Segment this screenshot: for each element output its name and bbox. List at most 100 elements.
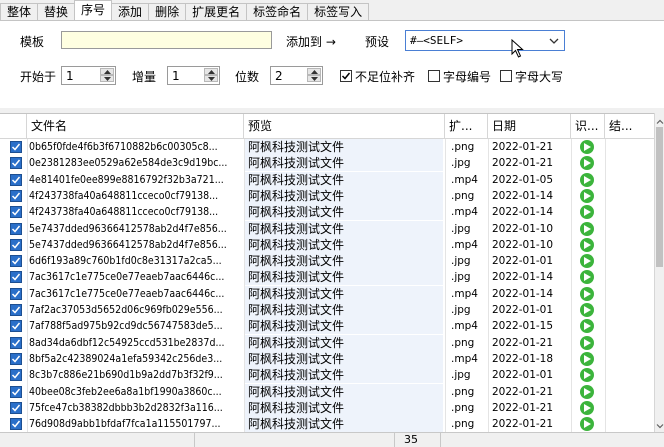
tab-0[interactable]: 整体	[0, 3, 39, 20]
table-row[interactable]: 0b65f0fde4f6b3f6710882b6c00305c8... 阿枫科技测…	[0, 139, 654, 155]
cell-filename: 40bee08c3feb2ee6a8a1bf1990a3860c...	[29, 385, 222, 398]
table-row[interactable]: 7af788f5ad975b92cd9dc56747583de5... 阿枫科技测…	[0, 318, 654, 335]
template-input[interactable]	[61, 31, 272, 49]
scroll-down-icon[interactable]	[656, 419, 664, 429]
row-checkbox[interactable]	[10, 189, 22, 202]
tab-7[interactable]: 标签写入	[307, 3, 370, 20]
table-row[interactable]: 7ac3617c1e775ce0e77eaeb7aac6446c... 阿枫科技测…	[0, 269, 654, 286]
row-checkbox[interactable]	[10, 401, 22, 414]
table-row[interactable]: 0e2381283ee0529a62e584de3c9d19bc... 阿枫科技测…	[0, 155, 654, 172]
digits-value: 2	[275, 69, 283, 83]
row-checkbox[interactable]	[10, 320, 22, 333]
cell-filename: 75fce47cb38382dbbb3b2d2832f3a116...	[29, 401, 223, 414]
play-icon	[580, 351, 594, 366]
step-value: 1	[172, 69, 180, 83]
cell-date: 2022-01-10	[492, 222, 554, 235]
cell-preview: 阿枫科技测试文件	[245, 399, 443, 416]
tab-2[interactable]: 序号	[74, 0, 113, 20]
column-header-preview[interactable]: 预览	[244, 114, 445, 139]
cell-extension: .jpg	[451, 369, 471, 382]
play-icon	[580, 205, 594, 220]
options-panel: 模板 添加到 → 预设 #—<SELF> 开始于 1 增量 1 位数 2 不足位…	[0, 20, 664, 108]
row-checkbox[interactable]	[10, 206, 22, 219]
step-stepper[interactable]: 1	[167, 66, 220, 85]
add-to-button[interactable]: 添加到 →	[286, 33, 336, 50]
row-checkbox[interactable]	[10, 418, 22, 431]
table-row[interactable]: 76d908d9abb1bfdaf7fca1a115501797... 阿枫科技测…	[0, 416, 654, 433]
digits-increment-button[interactable]	[307, 68, 321, 75]
row-checkbox[interactable]	[10, 255, 22, 268]
cell-date: 2022-01-01	[492, 255, 554, 268]
scrollbar-thumb[interactable]	[656, 127, 663, 267]
row-checkbox[interactable]	[10, 352, 22, 365]
table-row[interactable]: 8ad34da6dbf12c54925ccd531be2837d... 阿枫科技测…	[0, 334, 654, 351]
cell-date: 2022-01-21	[492, 401, 554, 414]
cell-date: 2022-01-10	[492, 238, 554, 251]
table-row[interactable]: 8bf5a2c42389024a1efa59342c256de3... 阿枫科技测…	[0, 350, 654, 367]
row-checkbox[interactable]	[10, 238, 22, 251]
row-checkbox[interactable]	[10, 222, 22, 235]
start-stepper[interactable]: 1	[61, 66, 116, 85]
start-increment-button[interactable]	[100, 68, 114, 75]
row-checkbox[interactable]	[10, 336, 22, 349]
row-checkbox[interactable]	[10, 157, 22, 170]
row-checkbox[interactable]	[10, 173, 22, 186]
tab-1[interactable]: 替换	[37, 3, 76, 20]
cell-preview: 阿枫科技测试文件	[245, 269, 443, 286]
play-icon	[580, 384, 594, 399]
select-column-header[interactable]	[0, 114, 27, 139]
step-increment-button[interactable]	[204, 68, 218, 75]
cell-preview: 阿枫科技测试文件	[245, 155, 443, 172]
preset-label: 预设	[365, 35, 390, 49]
column-header-date[interactable]: 日期	[488, 114, 571, 139]
cell-preview: 阿枫科技测试文件	[245, 171, 443, 188]
vertical-scrollbar[interactable]	[654, 113, 664, 432]
tab-3[interactable]: 添加	[111, 3, 150, 20]
row-checkbox[interactable]	[10, 287, 22, 300]
table-row[interactable]: 6d6f193a89c760b1fd0c8e31317a2ca5... 阿枫科技测…	[0, 253, 654, 270]
table-row[interactable]: 5e7437dded96366412578ab2d4f7e856... 阿枫科技测…	[0, 220, 654, 237]
cell-date: 2022-01-21	[492, 157, 554, 170]
table-row[interactable]: 40bee08c3feb2ee6a8a1bf1990a3860c... 阿枫科技测…	[0, 383, 654, 400]
tab-4[interactable]: 删除	[148, 3, 187, 20]
table-row[interactable]: 75fce47cb38382dbbb3b2d2832f3a116... 阿枫科技测…	[0, 399, 654, 416]
column-header-extension[interactable]: 扩...	[445, 114, 488, 139]
row-checkbox[interactable]	[10, 385, 22, 398]
cell-filename: 8ad34da6dbf12c54925ccd531be2837d...	[29, 336, 225, 349]
letter-num-label: 字母编号	[443, 70, 492, 84]
start-decrement-button[interactable]	[100, 75, 114, 82]
cell-preview: 阿枫科技测试文件	[245, 253, 443, 270]
column-header-identify[interactable]: 识...	[571, 114, 605, 139]
file-grid: 文件名 预览 扩... 日期 识... 结... 0b65f0fde4f6b3f…	[0, 113, 654, 433]
pad-checkbox[interactable]	[340, 70, 352, 82]
cell-filename: 5e7437dded96366412578ab2d4f7e856...	[29, 222, 227, 235]
table-row[interactable]: 4f243738fa40a648811cceco0cf79138... 阿枫科技测…	[0, 187, 654, 204]
table-row[interactable]: 8c3b7c886e21b690d1b9a2dd7b3f32f9... 阿枫科技测…	[0, 367, 654, 384]
column-header-filename[interactable]: 文件名	[27, 114, 244, 139]
play-icon	[580, 335, 594, 350]
digits-decrement-button[interactable]	[307, 75, 321, 82]
table-row[interactable]: 7af2ac37053d5652d06c969fb029e556... 阿枫科技测…	[0, 302, 654, 318]
preset-select[interactable]: #—<SELF>	[405, 30, 565, 51]
row-checkbox[interactable]	[10, 369, 22, 382]
table-row[interactable]: 5e7437dded96366412578ab2d4f7e856... 阿枫科技测…	[0, 236, 654, 253]
row-checkbox[interactable]	[10, 141, 22, 153]
play-icon	[580, 156, 594, 171]
digits-stepper[interactable]: 2	[270, 66, 323, 85]
uppercase-checkbox[interactable]	[500, 70, 512, 82]
cell-filename: 76d908d9abb1bfdaf7fca1a115501797...	[29, 418, 221, 431]
row-checkbox[interactable]	[10, 271, 22, 284]
table-row[interactable]: 7ac3617c1e775ce0e77eaeb7aac6446c... 阿枫科技测…	[0, 285, 654, 302]
table-row[interactable]: 4e81401fe0ee899e8816792f32b3a721... 阿枫科技测…	[0, 171, 654, 188]
step-decrement-button[interactable]	[204, 75, 218, 82]
tab-6[interactable]: 标签命名	[246, 3, 309, 20]
cell-filename: 7af2ac37053d5652d06c969fb029e556...	[29, 304, 223, 316]
table-row[interactable]: 4f243738fa40a648811cceco0cf79138... 阿枫科技测…	[0, 204, 654, 221]
cell-extension: .jpg	[451, 271, 471, 284]
scroll-up-icon[interactable]	[656, 115, 664, 125]
letter-num-checkbox[interactable]	[428, 70, 440, 82]
play-icon	[580, 270, 594, 285]
tab-5[interactable]: 扩展更名	[185, 3, 248, 20]
column-header-result[interactable]: 结...	[605, 114, 654, 139]
row-checkbox[interactable]	[10, 304, 22, 316]
